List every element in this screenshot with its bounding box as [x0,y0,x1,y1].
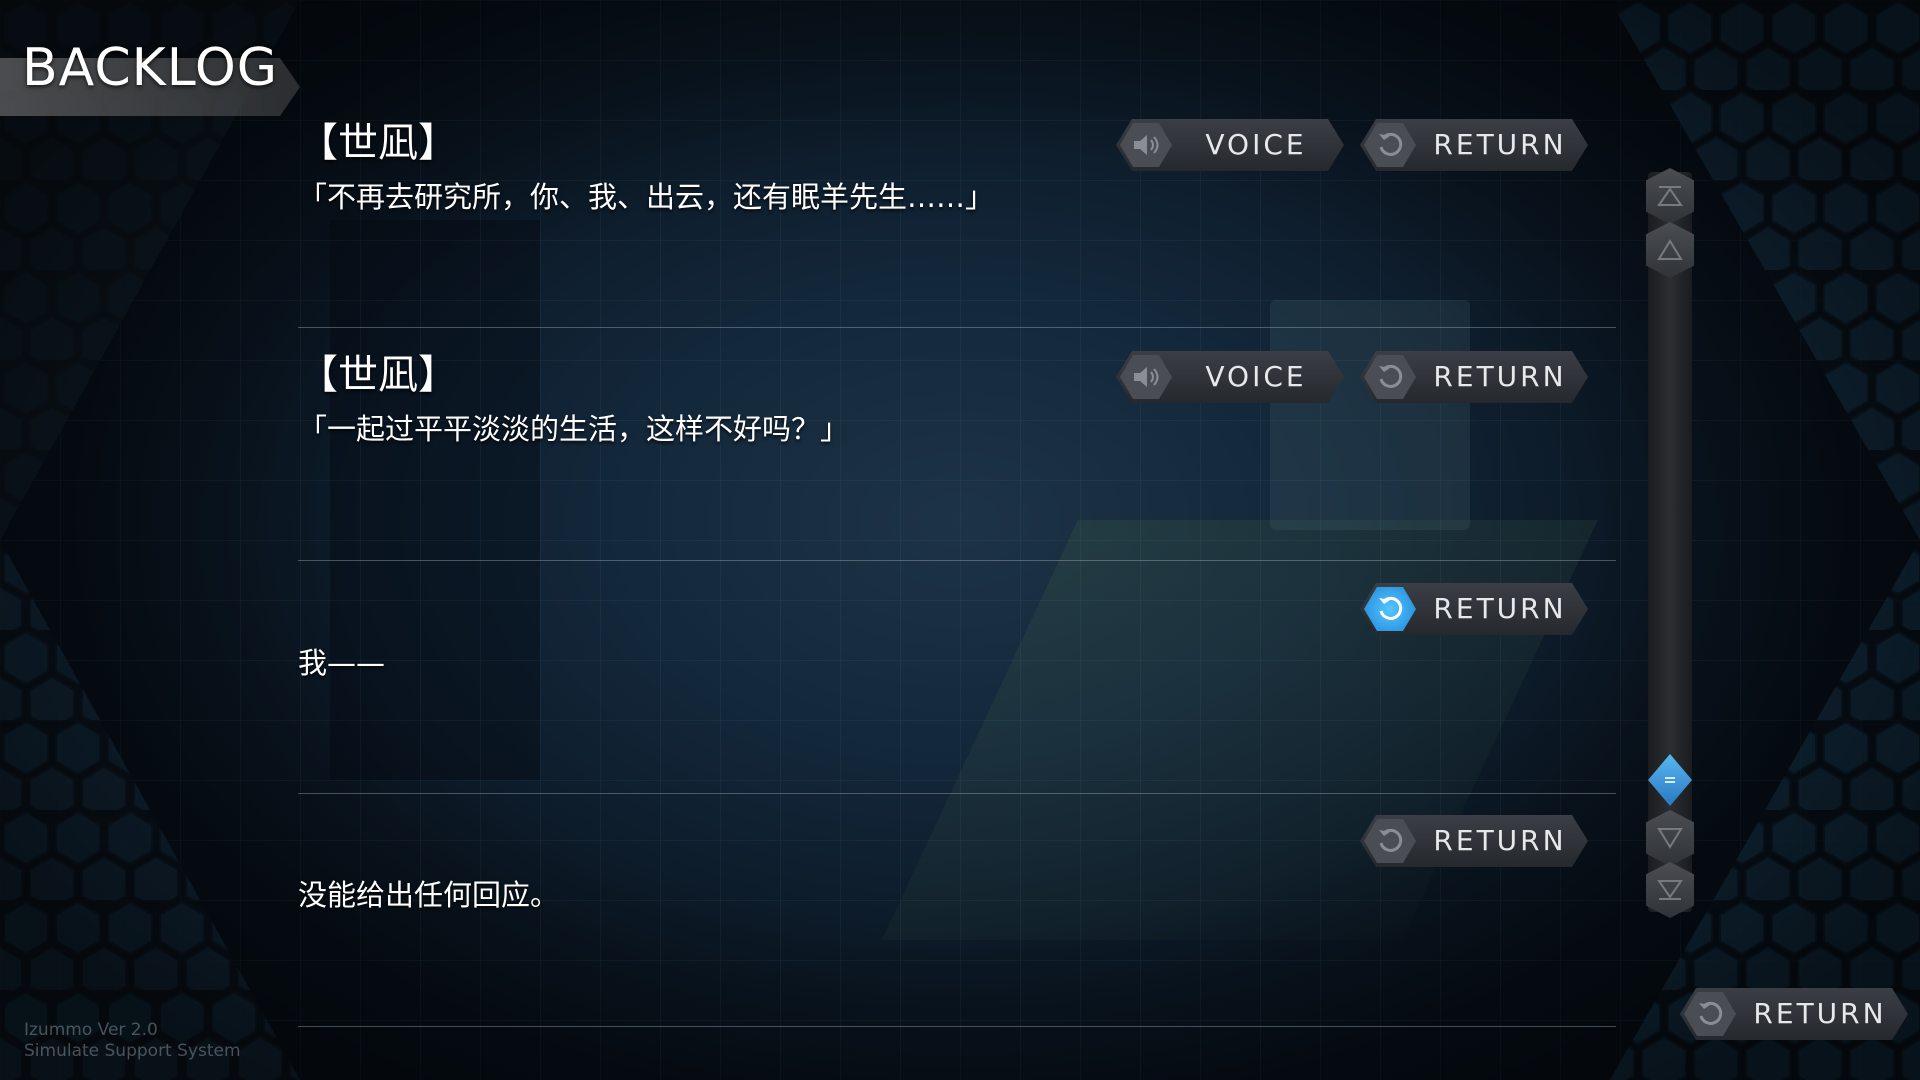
voice-button[interactable]: VOICE [1116,351,1344,403]
speaker-icon [1120,123,1172,167]
version-info: Izummo Ver 2.0 Simulate Support System [24,1020,241,1062]
scroll-thumb-icon [1665,777,1675,783]
entry-divider [298,793,1616,794]
main-return-button[interactable]: RETURN [1680,988,1908,1040]
backlog-entry: 【世凪】 「不再去研究所，你、我、出云，还有眠羊先生……」 VOICE RETU… [298,110,1616,342]
system-name: Simulate Support System [24,1041,241,1061]
double-up-arrow-icon [1657,186,1683,206]
version-line: Izummo Ver 2.0 [24,1020,158,1040]
return-arrow-icon [1364,123,1416,167]
up-arrow-icon [1657,239,1683,260]
return-label: RETURN [1433,592,1567,625]
dialogue-text: 我—— [298,646,386,680]
backlog-entry: 【世凪】 「一起过平平淡淡的生活，这样不好吗？」 VOICE RETURN [298,342,1616,574]
speaker-icon [1120,355,1172,399]
voice-label: VOICE [1205,360,1307,393]
return-arrow-icon [1364,819,1416,863]
entry-divider [298,1026,1616,1027]
return-arrow-icon [1364,355,1416,399]
return-label: RETURN [1433,824,1567,857]
dialogue-text: 没能给出任何回应。 [298,878,560,912]
voice-button[interactable]: VOICE [1116,119,1344,171]
speaker-name: 【世凪】 [298,120,458,166]
entry-divider [298,560,1616,561]
return-label: RETURN [1433,128,1567,161]
voice-label: VOICE [1205,128,1307,161]
backlog-screen: BACKLOG 【世凪】 「不再去研究所，你、我、出云，还有眠羊先生……」 VO… [0,0,1920,1080]
page-title: BACKLOG [22,38,279,98]
down-arrow-icon [1657,828,1683,849]
return-label: RETURN [1433,360,1567,393]
return-arrow-icon [1684,992,1736,1036]
speaker-name: 【世凪】 [298,352,458,398]
dialogue-text: 「不再去研究所，你、我、出云，还有眠羊先生……」 [298,180,995,214]
return-label: RETURN [1753,997,1887,1030]
dialogue-text: 「一起过平平淡淡的生活，这样不好吗？」 [298,412,850,446]
return-button[interactable]: RETURN [1360,351,1588,403]
entry-divider [298,327,1616,328]
return-button[interactable]: RETURN [1360,815,1588,867]
double-down-arrow-icon [1657,880,1683,900]
return-button-active[interactable]: RETURN [1360,583,1588,635]
return-button[interactable]: RETURN [1360,119,1588,171]
backlog-entry: 没能给出任何回应。 RETURN [298,806,1616,1038]
backlog-entry: 我—— RETURN [298,574,1616,806]
return-arrow-icon [1364,587,1416,631]
